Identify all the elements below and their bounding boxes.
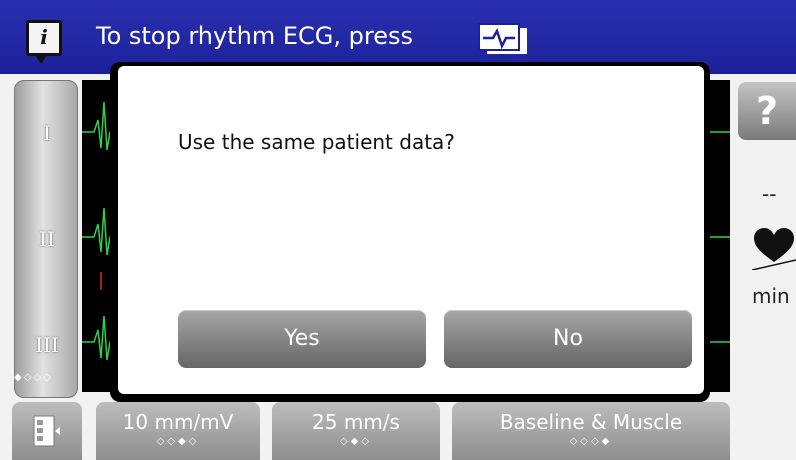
lead-page-indicator: ◆◇◇◇ bbox=[14, 372, 53, 383]
speed-indicator: ◇◆◇ bbox=[339, 436, 373, 447]
speed-label: 25 mm/s bbox=[312, 410, 400, 434]
lead-label-iii: III bbox=[35, 333, 59, 357]
gain-indicator: ◇◇◆◇ bbox=[156, 436, 200, 447]
layout-icon bbox=[33, 415, 60, 447]
help-button[interactable]: ? bbox=[738, 82, 796, 140]
heart-rate-value: -- bbox=[762, 182, 777, 206]
lead-label-ii: II bbox=[39, 227, 55, 251]
gain-button[interactable]: 10 mm/mV ◇◇◆◇ bbox=[96, 402, 260, 460]
speed-button[interactable]: 25 mm/s ◇◆◇ bbox=[272, 402, 440, 460]
yes-button[interactable]: Yes bbox=[178, 310, 426, 368]
no-button[interactable]: No bbox=[444, 310, 692, 368]
heart-rate-unit: min bbox=[752, 284, 790, 308]
info-icon: i bbox=[26, 20, 62, 64]
gain-label: 10 mm/mV bbox=[122, 410, 234, 434]
heart-icon bbox=[752, 228, 796, 270]
dialog-message: Use the same patient data? bbox=[178, 130, 455, 154]
filter-label: Baseline & Muscle bbox=[499, 410, 683, 434]
patient-data-dialog: Use the same patient data? Yes No bbox=[118, 66, 704, 394]
ecg-key-icon bbox=[478, 23, 527, 54]
filter-indicator: ◇◇◇◆ bbox=[569, 436, 613, 447]
filter-button[interactable]: Baseline & Muscle ◇◇◇◆ bbox=[452, 402, 730, 460]
layout-button[interactable] bbox=[12, 402, 82, 460]
header-message: To stop rhythm ECG, press bbox=[96, 22, 413, 50]
lead-selector[interactable]: I II III bbox=[14, 80, 78, 398]
lead-label-i: I bbox=[43, 121, 51, 145]
